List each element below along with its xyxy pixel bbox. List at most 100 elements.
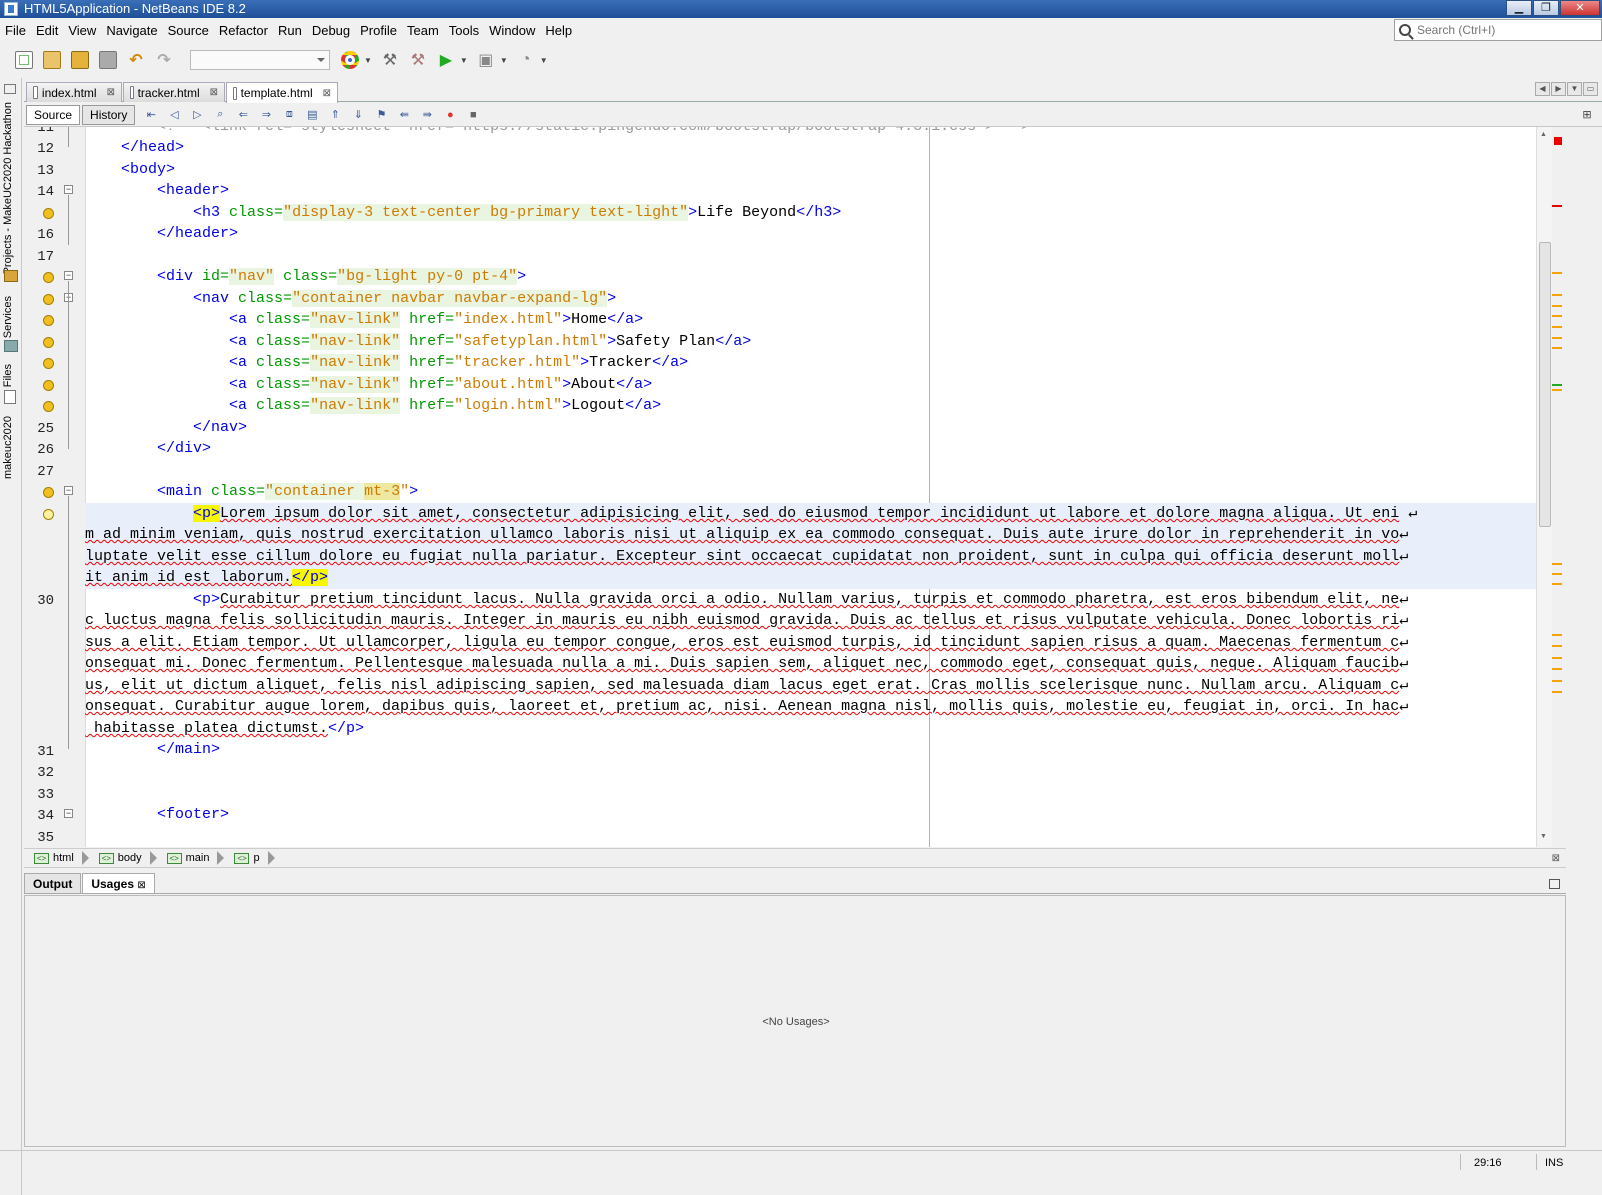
- search-box[interactable]: [1394, 19, 1602, 41]
- fold-toggle-icon[interactable]: −: [64, 486, 73, 495]
- chevron-down-icon[interactable]: ▼: [364, 56, 372, 65]
- scroll-tabs-left-icon[interactable]: ◀: [1535, 82, 1550, 96]
- config-dropdown[interactable]: [190, 50, 330, 70]
- vertical-scrollbar[interactable]: ▲ ▼: [1536, 127, 1552, 847]
- find-selection-icon[interactable]: ⧈: [280, 107, 298, 123]
- warning-mark[interactable]: [1552, 573, 1562, 575]
- toggle-bookmark-icon[interactable]: ⚑: [372, 107, 390, 123]
- fold-toggle-icon[interactable]: −: [64, 271, 73, 280]
- scrollbar-thumb[interactable]: [1539, 242, 1551, 527]
- fold-toggle-icon[interactable]: −: [64, 185, 73, 194]
- minimize-panel-icon[interactable]: [1549, 879, 1560, 889]
- makeuc2020-tab[interactable]: makeuc2020: [2, 416, 14, 479]
- hint-bulb-icon[interactable]: [43, 294, 54, 305]
- next-bookmark-icon[interactable]: ⇓: [349, 107, 367, 123]
- undo-icon[interactable]: ↶: [124, 48, 148, 72]
- tab-tracker-html[interactable]: tracker.html ⊠: [123, 82, 225, 102]
- debug-icon[interactable]: ▣: [474, 48, 498, 72]
- close-button[interactable]: ✕: [1560, 0, 1600, 16]
- tab-source[interactable]: Source: [26, 104, 81, 125]
- files-tab[interactable]: Files: [2, 364, 14, 387]
- warning-mark[interactable]: [1552, 389, 1562, 391]
- menu-view[interactable]: View: [63, 20, 101, 42]
- warning-mark[interactable]: [1552, 337, 1562, 339]
- menu-run[interactable]: Run: [273, 20, 307, 42]
- menu-edit[interactable]: Edit: [31, 20, 63, 42]
- hint-bulb-icon[interactable]: [43, 315, 54, 326]
- shift-left-icon[interactable]: ⇚: [395, 107, 413, 123]
- tab-output[interactable]: Output: [24, 873, 82, 893]
- last-edit-icon[interactable]: ⇤: [142, 107, 160, 123]
- warning-mark[interactable]: [1552, 583, 1562, 585]
- hint-bulb-icon[interactable]: [43, 487, 54, 498]
- close-tab-icon[interactable]: ⊠: [137, 880, 145, 891]
- chevron-down-icon[interactable]: ▼: [540, 56, 548, 65]
- warning-mark[interactable]: [1552, 272, 1562, 274]
- menu-navigate[interactable]: Navigate: [101, 20, 162, 42]
- info-mark[interactable]: [1552, 384, 1562, 386]
- breadcrumb-main[interactable]: <> main: [166, 851, 225, 865]
- warning-mark[interactable]: [1552, 691, 1562, 693]
- warning-mark[interactable]: [1552, 668, 1562, 670]
- tab-history[interactable]: History: [82, 104, 136, 125]
- breadcrumb-p[interactable]: <> p: [234, 851, 275, 865]
- hint-bulb-icon[interactable]: [43, 401, 54, 412]
- close-tab-icon[interactable]: ⊠: [210, 87, 218, 98]
- error-mark[interactable]: [1552, 205, 1562, 207]
- warning-mark[interactable]: [1552, 563, 1562, 565]
- maximize-button[interactable]: ❐: [1533, 0, 1559, 16]
- close-breadcrumb-icon[interactable]: ⊠: [1552, 853, 1560, 864]
- hint-bulb-icon[interactable]: [43, 208, 54, 219]
- chevron-down-icon[interactable]: ▼: [460, 56, 468, 65]
- redo-icon[interactable]: ↷: [152, 48, 176, 72]
- menu-debug[interactable]: Debug: [307, 20, 355, 42]
- previous-bookmark-icon[interactable]: ⇑: [326, 107, 344, 123]
- warning-mark[interactable]: [1552, 294, 1562, 296]
- profile-icon[interactable]: ◔: [514, 48, 538, 72]
- clean-build-icon[interactable]: ⚒: [406, 48, 430, 72]
- search-input[interactable]: [1417, 23, 1587, 37]
- warning-mark[interactable]: [1552, 680, 1562, 682]
- menu-window[interactable]: Window: [484, 20, 540, 42]
- menu-file[interactable]: File: [0, 20, 31, 42]
- warning-mark[interactable]: [1552, 657, 1562, 659]
- hint-bulb-icon[interactable]: [43, 509, 54, 520]
- breadcrumb-body[interactable]: <> body: [98, 851, 157, 865]
- warning-mark[interactable]: [1552, 326, 1562, 328]
- minimize-button[interactable]: ▁: [1506, 0, 1532, 16]
- scroll-up-icon[interactable]: ▲: [1540, 131, 1547, 138]
- new-project-icon[interactable]: [40, 48, 64, 72]
- back-icon[interactable]: ◁: [165, 107, 183, 123]
- error-stripe[interactable]: [1552, 127, 1566, 847]
- run-icon[interactable]: ▶: [434, 48, 458, 72]
- find-previous-icon[interactable]: ⇐: [234, 107, 252, 123]
- menu-source[interactable]: Source: [163, 20, 214, 42]
- build-icon[interactable]: ⚒: [378, 48, 402, 72]
- restore-window-icon[interactable]: [4, 84, 16, 94]
- services-tab[interactable]: Services: [2, 296, 14, 338]
- close-tab-icon[interactable]: ⊠: [107, 87, 115, 98]
- close-tab-icon[interactable]: ⊠: [323, 88, 331, 99]
- browser-chrome-icon[interactable]: [338, 48, 362, 72]
- menu-tools[interactable]: Tools: [444, 20, 484, 42]
- scroll-tabs-right-icon[interactable]: ▶: [1551, 82, 1566, 96]
- toggle-highlight-icon[interactable]: ▤: [303, 107, 321, 123]
- code-area[interactable]: <!-- <link rel="stylesheet" href="https:…: [85, 127, 1536, 847]
- close-project-icon[interactable]: [96, 48, 120, 72]
- scroll-down-icon[interactable]: ▼: [1540, 833, 1547, 840]
- menu-profile[interactable]: Profile: [355, 20, 402, 42]
- find-icon[interactable]: ⌕: [211, 107, 229, 123]
- hint-bulb-icon[interactable]: [43, 380, 54, 391]
- shift-right-icon[interactable]: ⇛: [418, 107, 436, 123]
- warning-mark[interactable]: [1552, 347, 1562, 349]
- menu-help[interactable]: Help: [540, 20, 577, 42]
- start-macro-recording-icon[interactable]: ●: [441, 107, 459, 123]
- forward-icon[interactable]: ▷: [188, 107, 206, 123]
- hint-bulb-icon[interactable]: [43, 358, 54, 369]
- projects-tab[interactable]: Projects - MakeUC2020 Hackathon: [2, 102, 14, 274]
- chevron-down-icon[interactable]: ▼: [500, 56, 508, 65]
- warning-mark[interactable]: [1552, 315, 1562, 317]
- split-window-icon[interactable]: ⊞: [1578, 107, 1596, 123]
- hint-bulb-icon[interactable]: [43, 272, 54, 283]
- tab-index-html[interactable]: index.html ⊠: [26, 82, 122, 102]
